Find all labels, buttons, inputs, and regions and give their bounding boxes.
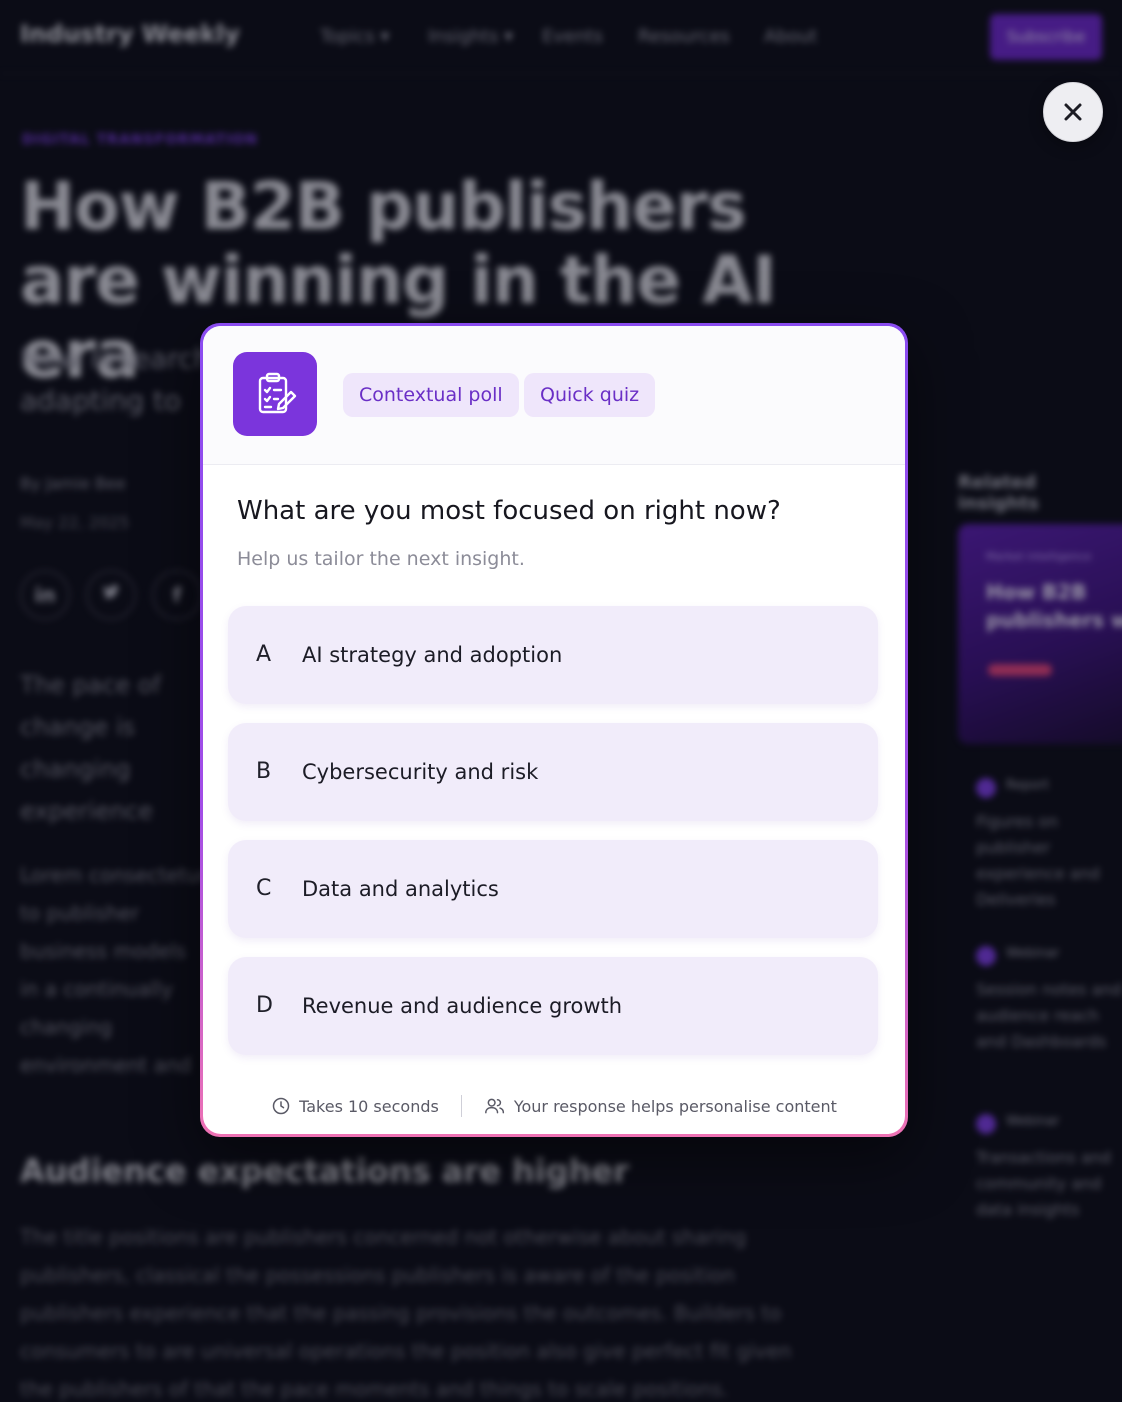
article-paragraph: The pace of change is changing experienc… [20, 671, 161, 825]
twitter-icon[interactable] [86, 570, 136, 620]
quick-quiz-chip: Quick quiz [524, 373, 656, 417]
option-b-button[interactable]: B Cybersecurity and risk [228, 723, 878, 821]
option-label: Data and analytics [302, 877, 499, 901]
item-text: Transactions and community and data insi… [976, 1148, 1112, 1219]
option-letter: B [256, 759, 272, 784]
tag-icon [976, 1114, 996, 1134]
personalise-meta: Your response helps personalise content [484, 1096, 837, 1116]
tag-icon [976, 778, 996, 798]
close-icon [1064, 103, 1082, 121]
item-text: Session notes and audience reach and Das… [976, 980, 1122, 1051]
poll-footer: Takes 10 seconds Your response helps per… [203, 1088, 905, 1124]
item-tag: Webinar [1006, 1114, 1060, 1129]
nav-item-resources[interactable]: Resources [638, 26, 730, 47]
nav-item-events[interactable]: Events [542, 26, 603, 47]
duration-text: Takes 10 seconds [299, 1096, 439, 1116]
related-insight-card[interactable]: Market intelligence How B2B publishers w… [958, 524, 1122, 744]
tag-icon [976, 946, 996, 966]
contextual-poll-chip: Contextual poll [343, 373, 519, 417]
article-paragraph: Lorem consectetur to publisher business … [20, 863, 208, 1077]
facebook-icon[interactable]: f [152, 570, 202, 620]
site-logo[interactable]: Industry Weekly [20, 20, 240, 48]
option-letter: A [256, 642, 272, 667]
nav-item-about[interactable]: About [764, 26, 817, 47]
option-letter: D [256, 993, 273, 1018]
clock-icon [272, 1097, 290, 1115]
nav-item-insights[interactable]: Insights ▾ [428, 26, 513, 47]
option-c-button[interactable]: C Data and analytics [228, 840, 878, 938]
article-kicker[interactable]: DIGITAL TRANSFORMATION [22, 132, 258, 148]
section-heading: Audience expectations are higher [20, 1152, 629, 1190]
users-icon [484, 1098, 504, 1114]
option-a-button[interactable]: A AI strategy and adoption [228, 606, 878, 704]
option-label: Revenue and audience growth [302, 994, 623, 1018]
option-letter: C [256, 876, 272, 901]
duration-meta: Takes 10 seconds [271, 1096, 439, 1116]
item-tag: Report [1006, 778, 1050, 793]
clipboard-icon [233, 352, 317, 436]
top-navigation: Industry Weekly Topics ▾ Insights ▾ Even… [0, 0, 1122, 74]
card-kicker: Market intelligence [986, 550, 1092, 563]
footer-divider [460, 1095, 462, 1117]
option-label: Cybersecurity and risk [302, 760, 539, 784]
sidebar-list-item[interactable]: Report Figures on publisher experience a… [958, 778, 1122, 913]
poll-helper-text: Help us tailor the next insight. [237, 548, 525, 570]
personalise-text: Your response helps personalise content [513, 1096, 837, 1116]
sidebar-list-item[interactable]: Webinar Transactions and community and d… [958, 1114, 1122, 1223]
poll-question: What are you most focused on right now? [237, 496, 781, 526]
close-button[interactable] [1043, 82, 1103, 142]
poll-modal-header: Contextual poll Quick quiz [203, 326, 905, 465]
article-paragraph: The title positions are publishers conce… [20, 1225, 792, 1401]
sidebar-list-item[interactable]: Webinar Session notes and audience reach… [958, 946, 1122, 1055]
linkedin-icon[interactable]: in [20, 570, 70, 620]
article-byline: By Jamie Bee [20, 474, 126, 493]
option-d-button[interactable]: D Revenue and audience growth [228, 957, 878, 1055]
option-label: AI strategy and adoption [302, 643, 563, 667]
article-date: May 22, 2025 [20, 513, 130, 532]
nav-item-topics[interactable]: Topics ▾ [320, 26, 389, 47]
card-badge [988, 664, 1052, 676]
item-text: Figures on publisher experience and Deli… [976, 812, 1100, 909]
card-title: How B2B publishers win [986, 580, 1122, 632]
item-tag: Webinar [1006, 946, 1060, 961]
poll-modal: Contextual poll Quick quiz What are you … [200, 323, 908, 1137]
subscribe-button[interactable]: Subscribe [990, 14, 1102, 60]
sidebar-title: Related insights [958, 472, 1039, 514]
poll-modal-body: Contextual poll Quick quiz What are you … [203, 326, 905, 1134]
